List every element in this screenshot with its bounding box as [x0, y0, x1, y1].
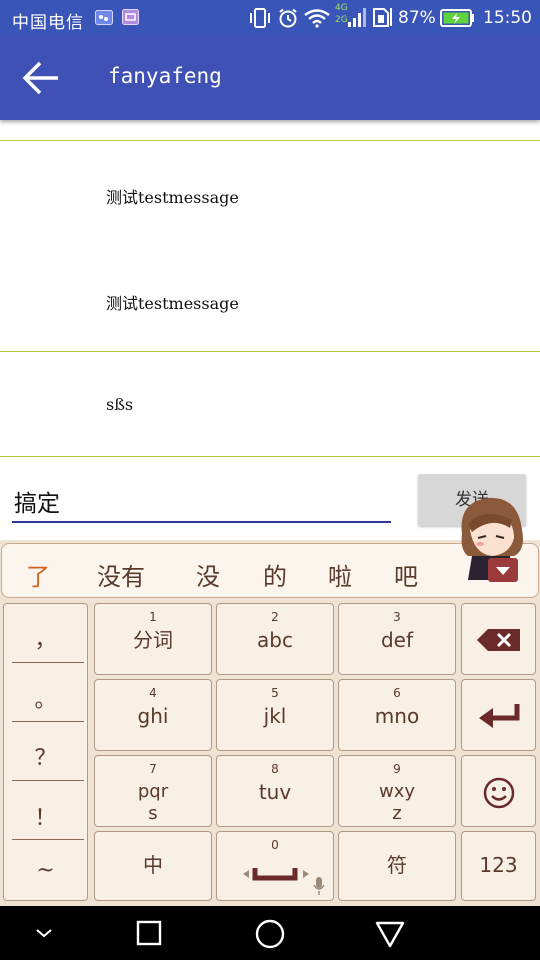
- key-label: tuv: [258, 780, 292, 804]
- key-2[interactable]: 2 abc: [216, 603, 334, 675]
- sim-icon: [373, 8, 392, 27]
- vibrate-icon: [250, 8, 270, 28]
- punct-separator: [12, 839, 84, 840]
- key-4[interactable]: 4 ghi: [94, 679, 212, 751]
- candidate-word[interactable]: 啦: [328, 557, 352, 592]
- key-7[interactable]: 7 pqr s: [94, 755, 212, 827]
- message-divider: [0, 351, 540, 352]
- key-5[interactable]: 5 jkl: [216, 679, 334, 751]
- key-number: 6: [393, 686, 401, 700]
- key-label: 分词: [133, 628, 173, 652]
- input-underline: [12, 521, 391, 523]
- network-type-top: 4G: [335, 3, 348, 13]
- key-1[interactable]: 1 分词: [94, 603, 212, 675]
- chat-title: fanyafeng: [108, 64, 222, 88]
- space-bar-icon: [243, 868, 309, 881]
- keyboard-skin-character: [448, 494, 540, 594]
- punct-separator: [12, 662, 84, 663]
- message-list[interactable]: 测试testmessage 测试testmessage sßs: [0, 120, 540, 458]
- symbol-key[interactable]: 符: [338, 831, 456, 901]
- back-triangle-icon[interactable]: [374, 920, 406, 948]
- clock: 15:50: [483, 8, 532, 28]
- message-text: 测试testmessage: [106, 294, 239, 313]
- candidate-word[interactable]: 的: [263, 557, 287, 592]
- space-key[interactable]: 0: [216, 831, 334, 901]
- message-divider: [0, 140, 540, 141]
- message-divider: [0, 456, 540, 457]
- key-8[interactable]: 8 tuv: [216, 755, 334, 827]
- punct-key[interactable]: ！: [4, 800, 87, 832]
- recent-apps-icon[interactable]: [136, 920, 164, 948]
- key-9[interactable]: 9 wxy z: [338, 755, 456, 827]
- key-label-extra: s: [148, 803, 158, 824]
- key-number: 2: [271, 610, 279, 624]
- alarm-icon: [279, 8, 297, 28]
- message-input[interactable]: 搞定: [14, 484, 60, 518]
- key-label-extra: z: [392, 803, 402, 824]
- hide-keyboard-chevron-icon[interactable]: [34, 926, 54, 940]
- key-number: 4: [149, 686, 157, 700]
- signal-icon: [348, 8, 366, 27]
- punct-separator: [12, 780, 84, 781]
- key-number: 5: [271, 686, 279, 700]
- punct-separator: [12, 721, 84, 722]
- arrow-back-icon: [22, 61, 58, 95]
- message-text: 测试testmessage: [106, 188, 239, 207]
- key-label: pqr: [137, 781, 169, 802]
- enter-icon: [479, 704, 520, 728]
- punct-key[interactable]: 。: [4, 682, 87, 714]
- app-bar: fanyafeng: [0, 36, 540, 120]
- candidate-word[interactable]: 吧: [394, 557, 418, 592]
- key-label: wxy: [378, 781, 416, 802]
- key-label: jkl: [263, 704, 287, 728]
- enter-key[interactable]: [461, 679, 536, 751]
- backspace-key[interactable]: [461, 603, 536, 675]
- weather-icon: [95, 10, 113, 25]
- carrier-name: 中国电信: [12, 13, 84, 33]
- collapse-keyboard-button[interactable]: [488, 558, 518, 582]
- candidate-word[interactable]: 没有: [97, 557, 145, 592]
- key-number: 3: [393, 610, 401, 624]
- network-type-bottom: 2G: [335, 15, 348, 25]
- punctuation-column: ， 。 ？ ！ ~: [3, 603, 88, 901]
- emoji-key[interactable]: [461, 755, 536, 827]
- battery-percent: 87%: [398, 8, 436, 28]
- key-label: 123: [479, 853, 518, 877]
- key-3[interactable]: 3 def: [338, 603, 456, 675]
- key-label: ghi: [137, 704, 169, 728]
- key-number: 0: [271, 838, 279, 852]
- key-6[interactable]: 6 mno: [338, 679, 456, 751]
- punct-key[interactable]: ~: [4, 858, 87, 883]
- punct-key[interactable]: ？: [4, 740, 87, 772]
- emoji-icon: [483, 777, 515, 809]
- key-number: 9: [393, 762, 401, 776]
- candidate-word[interactable]: 了: [26, 557, 50, 592]
- key-number: 8: [271, 762, 279, 776]
- backspace-icon: [477, 629, 520, 651]
- key-label: 中: [143, 853, 163, 877]
- home-icon[interactable]: [254, 918, 286, 950]
- message-text: sßs: [106, 395, 134, 414]
- key-label: 符: [387, 853, 407, 877]
- back-button[interactable]: [16, 54, 66, 102]
- punct-key[interactable]: ，: [4, 622, 87, 654]
- chinese-mode-key[interactable]: 中: [94, 831, 212, 901]
- number-mode-key[interactable]: 123: [461, 831, 536, 901]
- app-notification-icon: [122, 9, 139, 25]
- system-navigation-bar: [0, 906, 540, 960]
- key-label: mno: [374, 704, 420, 728]
- key-number: 7: [149, 762, 157, 776]
- wifi-icon: [304, 9, 330, 28]
- candidate-word[interactable]: 没: [196, 557, 220, 592]
- key-label: def: [380, 628, 414, 652]
- chevron-down-icon: [496, 567, 510, 575]
- key-number: 1: [149, 610, 157, 624]
- status-bar: 中国电信 4G 2G 87% 15:50: [0, 0, 540, 36]
- microphone-icon[interactable]: [313, 876, 325, 896]
- key-label: abc: [257, 628, 293, 652]
- battery-charging-icon: [440, 9, 474, 27]
